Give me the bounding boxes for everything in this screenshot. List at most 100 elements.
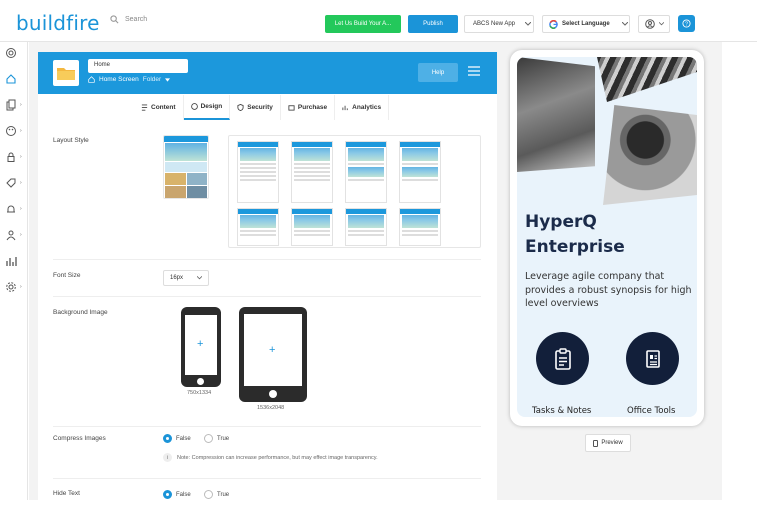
chevron-down-icon xyxy=(197,276,202,280)
plus-icon: + xyxy=(269,344,276,356)
language-selector[interactable]: Select Language xyxy=(542,15,630,33)
top-bar: buildfire Search Let Us Build Your A... … xyxy=(0,0,757,42)
tablet-background-upload[interactable]: + xyxy=(239,307,307,402)
layout-option[interactable] xyxy=(291,208,333,246)
hide-text-true-radio[interactable]: True xyxy=(204,490,229,499)
dashboard-icon[interactable] xyxy=(5,47,17,59)
layout-option[interactable] xyxy=(345,208,387,246)
analytics-icon[interactable] xyxy=(5,255,17,267)
tab-content[interactable]: Content xyxy=(134,95,184,120)
office-tools-label: Office Tools xyxy=(627,406,676,416)
layout-style-label: Layout Style xyxy=(53,137,89,144)
hide-text-label: Hide Text xyxy=(53,490,80,497)
tasks-notes-button[interactable] xyxy=(536,332,589,385)
lock-icon[interactable] xyxy=(5,151,17,163)
preview-button[interactable]: Preview xyxy=(585,434,631,452)
compress-images-label: Compress Images xyxy=(53,435,106,442)
compress-images-row: Compress Images False True i Note: Compr… xyxy=(53,427,481,479)
device-screen: HyperQ Enterprise Leverage agile company… xyxy=(517,57,697,417)
font-size-row: Font Size 16px xyxy=(53,260,481,297)
chevron-down-icon xyxy=(525,22,532,26)
cart-icon xyxy=(288,105,295,111)
search-box[interactable]: Search xyxy=(110,15,147,24)
layout-option[interactable] xyxy=(345,141,387,203)
user-icon[interactable] xyxy=(5,229,17,241)
buildfire-logo[interactable]: buildfire xyxy=(16,11,100,35)
screen-folder-selector[interactable]: Home Screen Folder xyxy=(88,76,171,83)
google-icon xyxy=(549,19,558,29)
panel-header: Home Home Screen Folder Help xyxy=(38,52,497,94)
folder-icon xyxy=(57,68,75,80)
app-name: ABCS New App xyxy=(473,21,516,27)
chart-icon xyxy=(342,105,348,111)
hide-text-false-radio[interactable]: False xyxy=(163,490,191,499)
tablet-size-label: 1536x2048 xyxy=(257,405,285,411)
folder-label: Folder xyxy=(142,76,162,83)
publish-button[interactable]: Publish xyxy=(408,15,458,33)
tab-security[interactable]: Security xyxy=(230,95,281,120)
content-icon xyxy=(141,104,148,111)
building-photo xyxy=(597,57,697,102)
document-icon xyxy=(645,349,660,368)
background-image-row: Background Image + 750x1334 + 1536x2048 xyxy=(53,297,481,427)
compress-true-radio[interactable]: True xyxy=(204,434,229,443)
home-icon xyxy=(88,76,95,83)
settings-icon[interactable] xyxy=(5,281,17,293)
palette-icon[interactable] xyxy=(5,125,17,137)
clipboard-icon xyxy=(554,347,571,370)
layout-option[interactable] xyxy=(291,141,333,203)
page-title-input[interactable]: Home xyxy=(88,59,188,73)
font-size-select[interactable]: 16px xyxy=(163,270,209,286)
bell-icon[interactable] xyxy=(5,203,17,215)
layout-option[interactable] xyxy=(237,141,279,203)
tab-analytics[interactable]: Analytics xyxy=(335,95,390,120)
side-nav: › › › › › › › xyxy=(0,42,28,500)
tag-icon[interactable] xyxy=(5,177,17,189)
tab-label: Design xyxy=(200,103,223,110)
app-title-line: Enterprise xyxy=(525,237,625,257)
user-menu[interactable] xyxy=(638,15,670,33)
info-icon: i xyxy=(163,453,172,462)
layout-option[interactable] xyxy=(237,208,279,246)
hamburger-menu-icon[interactable] xyxy=(468,66,480,76)
panel-tabs: Content Design Security Purchase Analyti… xyxy=(134,95,390,120)
phone-icon xyxy=(593,439,599,447)
design-panel: Home Home Screen Folder Help Content Des… xyxy=(38,52,497,500)
tasks-notes-label: Tasks & Notes xyxy=(532,406,592,416)
layout-option[interactable] xyxy=(399,141,441,203)
phone-background-upload[interactable]: + xyxy=(181,307,221,387)
compress-note: i Note: Compression can increase perform… xyxy=(163,453,378,462)
chevron-down-icon xyxy=(658,22,664,26)
hide-text-row: Hide Text False True xyxy=(53,479,481,509)
layout-style-row: Layout Style xyxy=(53,125,481,260)
preview-label: Preview xyxy=(601,440,623,446)
design-icon xyxy=(190,103,198,110)
home-icon[interactable] xyxy=(5,73,17,85)
selected-layout-preview[interactable] xyxy=(163,135,209,199)
compress-false-radio[interactable]: False xyxy=(163,434,191,443)
folder-thumbnail[interactable] xyxy=(53,60,79,86)
build-app-button[interactable]: Let Us Build Your A... xyxy=(325,15,401,33)
help-button[interactable]: Help xyxy=(418,63,458,82)
tab-label: Analytics xyxy=(352,104,382,111)
radio-label: False xyxy=(176,435,191,442)
language-label: Select Language xyxy=(562,21,610,27)
pages-icon[interactable] xyxy=(5,99,17,111)
search-icon xyxy=(110,15,119,24)
plus-icon: + xyxy=(197,338,204,350)
app-selector[interactable]: ABCS New App xyxy=(464,15,534,33)
app-description: Leverage agile company that provides a r… xyxy=(525,271,692,309)
tab-label: Security xyxy=(247,104,273,111)
help-icon[interactable]: ? xyxy=(678,15,695,32)
chevron-down-icon xyxy=(621,22,628,26)
search-placeholder: Search xyxy=(125,16,148,23)
font-size-value: 16px xyxy=(170,275,184,281)
tab-label: Purchase xyxy=(297,104,328,111)
background-image-label: Background Image xyxy=(53,309,108,316)
layout-option[interactable] xyxy=(399,208,441,246)
tab-design[interactable]: Design xyxy=(183,95,231,120)
tab-purchase[interactable]: Purchase xyxy=(281,95,336,120)
app-title: HyperQ Enterprise xyxy=(525,210,625,260)
radio-label: True xyxy=(217,491,230,498)
office-tools-button[interactable] xyxy=(626,332,679,385)
